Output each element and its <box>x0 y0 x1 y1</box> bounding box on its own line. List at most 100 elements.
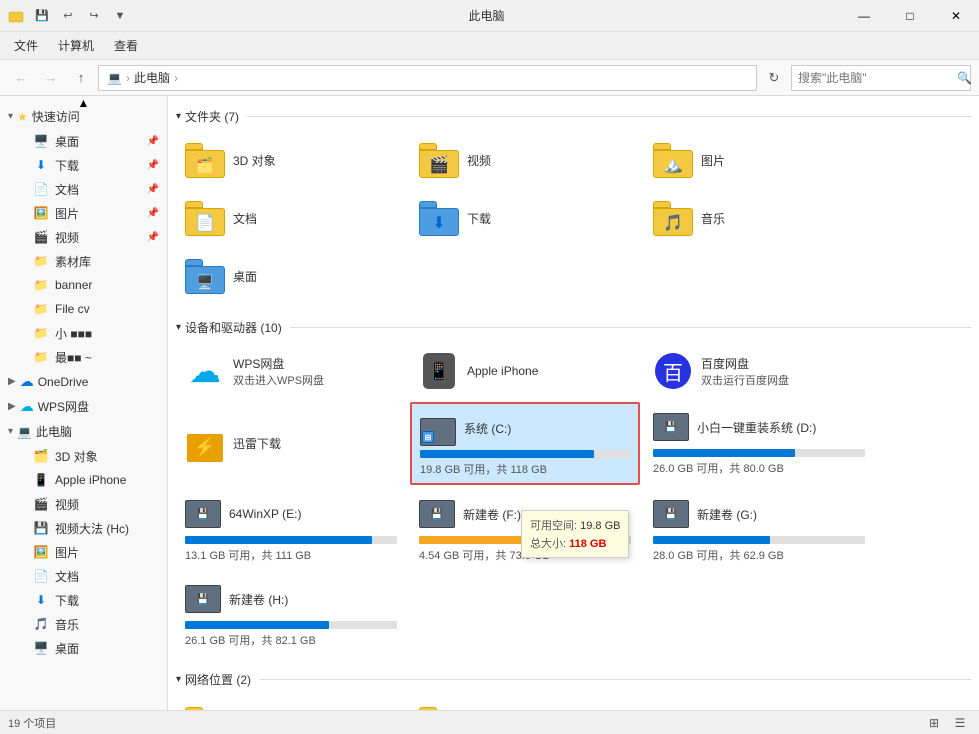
undo-qat-button[interactable]: ↩ <box>56 4 80 28</box>
folder-video-label: 视频 <box>467 152 491 169</box>
drive-e-top: 💾 64WinXP (E:) <box>185 496 397 532</box>
sidebar-item-desktop2[interactable]: 🖥️ 桌面 <box>0 636 167 660</box>
sidebar-item-dl2[interactable]: ⬇ 下载 <box>0 588 167 612</box>
redo-qat-button[interactable]: ↪ <box>82 4 106 28</box>
sidebar-item-pic2-label: 图片 <box>55 544 79 561</box>
sidebar-wps-header[interactable]: ▶ ☁ WPS网盘 <box>0 394 167 419</box>
sidebar-item-videomethod[interactable]: 💾 视频大法 (Hc) <box>0 516 167 540</box>
device-wps-sublabel: 双击进入WPS网盘 <box>233 372 324 388</box>
sidebar-item-music[interactable]: 🎵 音乐 <box>0 612 167 636</box>
drive-g-progress-bar <box>653 536 770 544</box>
video-sidebar-icon: 🎬 <box>32 228 50 246</box>
folder-music-icon: 🎵 <box>653 198 693 238</box>
search-box[interactable]: 🔍 <box>791 65 971 91</box>
restore-button[interactable]: □ <box>887 0 933 32</box>
folder-document[interactable]: 📄 文档 <box>176 191 406 245</box>
device-drive-e[interactable]: 💾 64WinXP (E:) 13.1 GB 可用，共 111 GB <box>176 489 406 570</box>
drive-d-info: 26.0 GB 可用，共 80.0 GB <box>653 460 865 476</box>
device-baidu[interactable]: 百 百度网盘 双击运行百度网盘 <box>644 344 874 398</box>
drive-c-label: 系统 (C:) <box>464 420 511 437</box>
sidebar-item-doc2[interactable]: 📄 文档 <box>0 564 167 588</box>
menu-view[interactable]: 查看 <box>104 33 148 58</box>
folder-recent-icon: 📁 <box>32 348 50 366</box>
sidebar-thispc-header[interactable]: ▾ 💻 此电脑 <box>0 419 167 444</box>
device-drive-c[interactable]: ⊞ 系统 (C:) 19.8 GB 可用，共 118 GB <box>410 402 640 485</box>
search-icon: 🔍 <box>957 71 972 85</box>
folder-desktop-label: 桌面 <box>233 268 257 285</box>
folder-document-label: 文档 <box>233 210 257 227</box>
sidebar-item-download[interactable]: ⬇ 下载 📌 <box>0 153 167 177</box>
wps-label: WPS网盘 <box>38 398 89 415</box>
sidebar-item-3d[interactable]: 🗂️ 3D 对象 <box>0 444 167 468</box>
sidebar-item-picture[interactable]: 🖼️ 图片 📌 <box>0 201 167 225</box>
sidebar-item-dl2-label: 下载 <box>55 592 79 609</box>
sidebar-item-document-label: 文档 <box>55 181 79 198</box>
sidebar-item-filecv[interactable]: 📁 File cv <box>0 297 167 321</box>
drive-d-progress <box>653 449 865 457</box>
network-item-zaodian[interactable]: ↑↓ 早点 <box>410 696 640 710</box>
device-iphone-label: Apple iPhone <box>467 364 538 378</box>
folder-download[interactable]: ⬇ 下载 <box>410 191 640 245</box>
address-path[interactable]: 💻 › 此电脑 › <box>98 65 757 91</box>
folder-music[interactable]: 🎵 音乐 <box>644 191 874 245</box>
window-title: 此电脑 <box>132 7 841 24</box>
wps-cloud-icon: ☁ <box>185 351 225 391</box>
close-button[interactable]: ✕ <box>933 0 979 32</box>
device-drive-h[interactable]: 💾 新建卷 (H:) 26.1 GB 可用，共 82.1 GB <box>176 574 406 655</box>
search-input[interactable] <box>798 71 953 85</box>
sidebar-item-video2[interactable]: 🎬 视频 <box>0 492 167 516</box>
network-section: ▾ 网络位置 (2) ↑↓ 视频大法 (Hc) <box>176 667 971 710</box>
up-button[interactable]: ↑ <box>68 65 94 91</box>
devices-section-header[interactable]: ▾ 设备和驱动器 (10) <box>176 315 971 340</box>
refresh-button[interactable]: ↻ <box>761 65 787 91</box>
device-drive-f[interactable]: 💾 新建卷 (F:) 4.54 GB 可用，共 73.0 GB 可用空间: 19… <box>410 489 640 570</box>
menu-file[interactable]: 文件 <box>4 33 48 58</box>
network-item-videomethod[interactable]: ↑↓ 视频大法 (Hc) <box>176 696 406 710</box>
network-section-header[interactable]: ▾ 网络位置 (2) <box>176 667 971 692</box>
sidebar-item-small[interactable]: 📁 小 ■■■ <box>0 321 167 345</box>
folders-section-header[interactable]: ▾ 文件夹 (7) <box>176 104 971 129</box>
device-drive-d[interactable]: 💾 小白一键重装系统 (D:) 26.0 GB 可用，共 80.0 GB <box>644 402 874 485</box>
sidebar-item-iphone[interactable]: 📱 Apple iPhone <box>0 468 167 492</box>
sidebar: ▲ ▾ ★ 快速访问 🖥️ 桌面 📌 ⬇ 下载 📌 📄 文档 📌 🖼️ 图片 📌 <box>0 96 168 710</box>
sidebar-item-banner[interactable]: 📁 banner <box>0 273 167 297</box>
drive-e-icon: 💾 <box>185 496 221 532</box>
device-wps-cloud[interactable]: ☁ WPS网盘 双击进入WPS网盘 <box>176 344 406 398</box>
drive-e-progress <box>185 536 397 544</box>
sidebar-onedrive-header[interactable]: ▶ ☁ OneDrive <box>0 369 167 394</box>
tooltip-total-row: 总大小: 118 GB <box>530 535 620 551</box>
desktop2-sidebar-icon: 🖥️ <box>32 639 50 657</box>
sidebar-item-desktop[interactable]: 🖥️ 桌面 📌 <box>0 129 167 153</box>
device-iphone[interactable]: 📱 Apple iPhone <box>410 344 640 398</box>
folder-desktop[interactable]: 🖥️ 桌面 <box>176 249 406 303</box>
view-grid-button[interactable]: ⊞ <box>923 712 945 734</box>
folder-picture[interactable]: 🏔️ 图片 <box>644 133 874 187</box>
device-thunder[interactable]: ⚡ 迅雷下载 <box>176 402 406 485</box>
folder-video[interactable]: 🎬 视频 <box>410 133 640 187</box>
back-button[interactable]: ← <box>8 65 34 91</box>
device-thunder-label: 迅雷下载 <box>233 435 281 452</box>
onedrive-label: OneDrive <box>38 375 89 389</box>
sidebar-item-pic2[interactable]: 🖼️ 图片 <box>0 540 167 564</box>
sidebar-item-document[interactable]: 📄 文档 📌 <box>0 177 167 201</box>
save-qat-button[interactable]: 💾 <box>30 4 54 28</box>
drive-d-label: 小白一键重装系统 (D:) <box>697 419 816 436</box>
forward-button[interactable]: → <box>38 65 64 91</box>
menu-computer[interactable]: 计算机 <box>48 33 104 58</box>
minimize-button[interactable]: — <box>841 0 887 32</box>
drive-c-progress-bar <box>420 450 594 458</box>
sidebar-item-recent[interactable]: 📁 最■■ ~ <box>0 345 167 369</box>
device-drive-g[interactable]: 💾 新建卷 (G:) 28.0 GB 可用，共 62.9 GB <box>644 489 874 570</box>
sidebar-item-video[interactable]: 🎬 视频 📌 <box>0 225 167 249</box>
iphone-icon: 📱 <box>419 351 459 391</box>
view-list-button[interactable]: ☰ <box>949 712 971 734</box>
folder-banner-icon: 📁 <box>32 276 50 294</box>
sidebar-item-material[interactable]: 📁 素材库 <box>0 249 167 273</box>
sidebar-item-picture-label: 图片 <box>55 205 79 222</box>
qat-dropdown-button[interactable]: ▼ <box>108 4 132 28</box>
sidebar-item-banner-label: banner <box>55 278 92 292</box>
quick-access-expand-icon: ▾ <box>8 111 13 122</box>
sidebar-scroll-up[interactable]: ▲ <box>0 96 167 104</box>
folder-3d-object[interactable]: 🗂️ 3D 对象 <box>176 133 406 187</box>
pin-icon-picture: 📌 <box>147 208 159 219</box>
